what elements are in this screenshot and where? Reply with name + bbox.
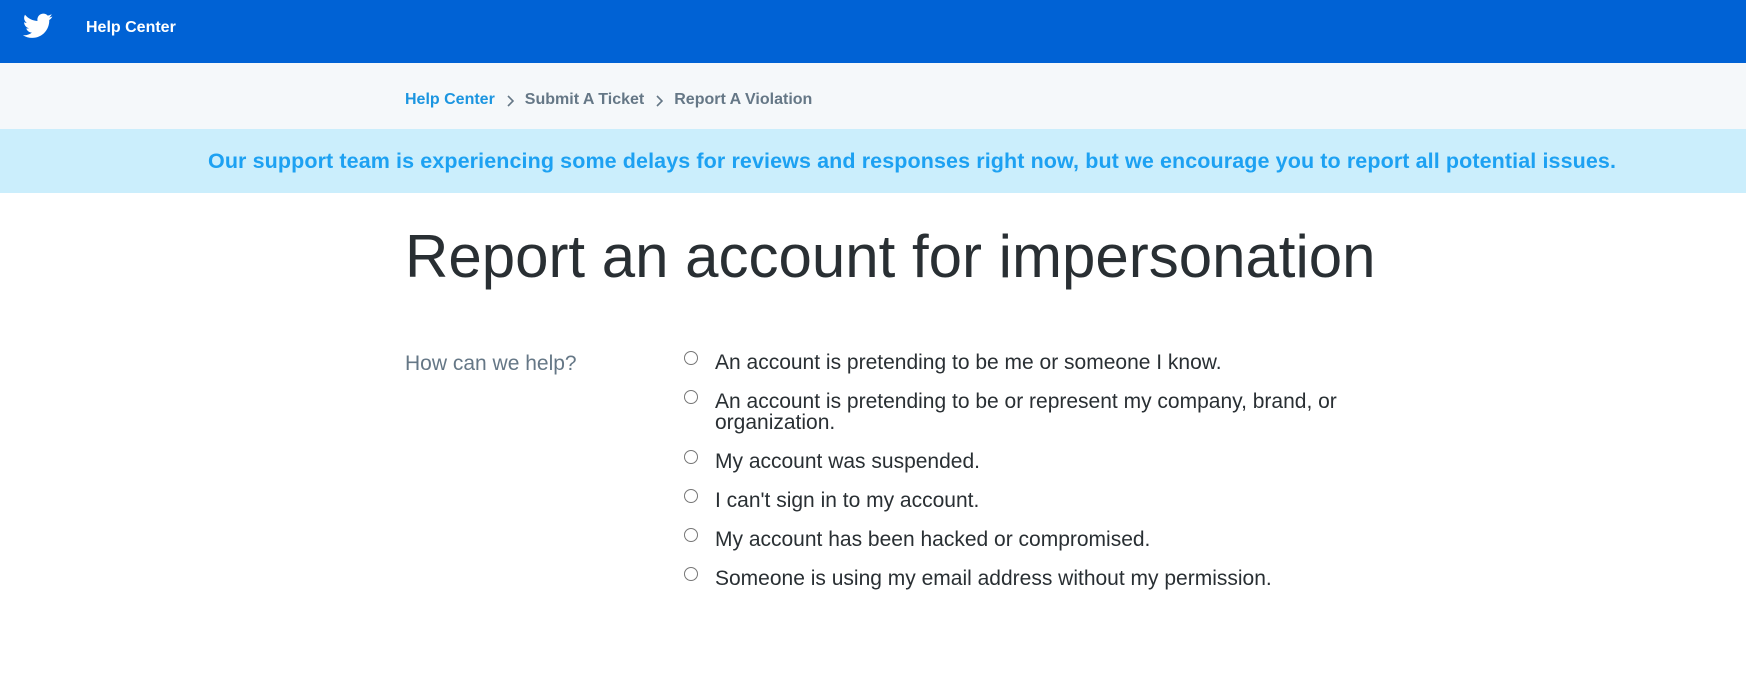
radio-button[interactable] — [684, 567, 698, 581]
breadcrumb-help-center[interactable]: Help Center — [405, 91, 495, 109]
question-label: How can we help? — [405, 352, 577, 375]
radio-option-label: An account is pretending to be or repres… — [715, 390, 1337, 434]
breadcrumb: Help Center Submit A Ticket Report A Vio… — [405, 91, 812, 109]
chevron-right-icon — [644, 91, 674, 109]
breadcrumb-submit-a-ticket[interactable]: Submit A Ticket — [525, 91, 644, 109]
radio-button[interactable] — [684, 450, 698, 464]
radio-option-label: My account was suspended. — [715, 450, 980, 473]
radio-option-label: I can't sign in to my account. — [715, 489, 980, 512]
radio-option[interactable]: My account was suspended. — [684, 450, 1404, 473]
help-center-home-link[interactable]: Help Center — [86, 19, 176, 37]
radio-option[interactable]: My account has been hacked or compromise… — [684, 528, 1404, 551]
radio-button[interactable] — [684, 489, 698, 503]
radio-button[interactable] — [684, 390, 698, 404]
radio-option[interactable]: Someone is using my email address withou… — [684, 567, 1404, 590]
radio-option[interactable]: I can't sign in to my account. — [684, 489, 1404, 512]
radio-button[interactable] — [684, 528, 698, 542]
radio-option-list: An account is pretending to be me or som… — [684, 351, 1404, 607]
radio-button[interactable] — [684, 351, 698, 365]
chevron-right-icon — [495, 91, 525, 109]
notice-text: Our support team is experiencing some de… — [208, 149, 1617, 173]
radio-option-label: My account has been hacked or compromise… — [715, 528, 1151, 551]
notice-banner: Our support team is experiencing some de… — [0, 129, 1746, 193]
radio-option[interactable]: An account is pretending to be or repres… — [684, 390, 1404, 434]
top-nav-bar: Help Center — [0, 0, 1746, 63]
breadcrumb-report-a-violation: Report A Violation — [674, 91, 813, 108]
radio-option[interactable]: An account is pretending to be me or som… — [684, 351, 1404, 374]
breadcrumb-bar: Help Center Submit A Ticket Report A Vio… — [0, 63, 1746, 129]
radio-option-label: Someone is using my email address withou… — [715, 567, 1272, 590]
twitter-bird-icon[interactable] — [22, 13, 53, 39]
radio-option-label: An account is pretending to be me or som… — [715, 351, 1222, 374]
page-title: Report an account for impersonation — [405, 223, 1376, 290]
